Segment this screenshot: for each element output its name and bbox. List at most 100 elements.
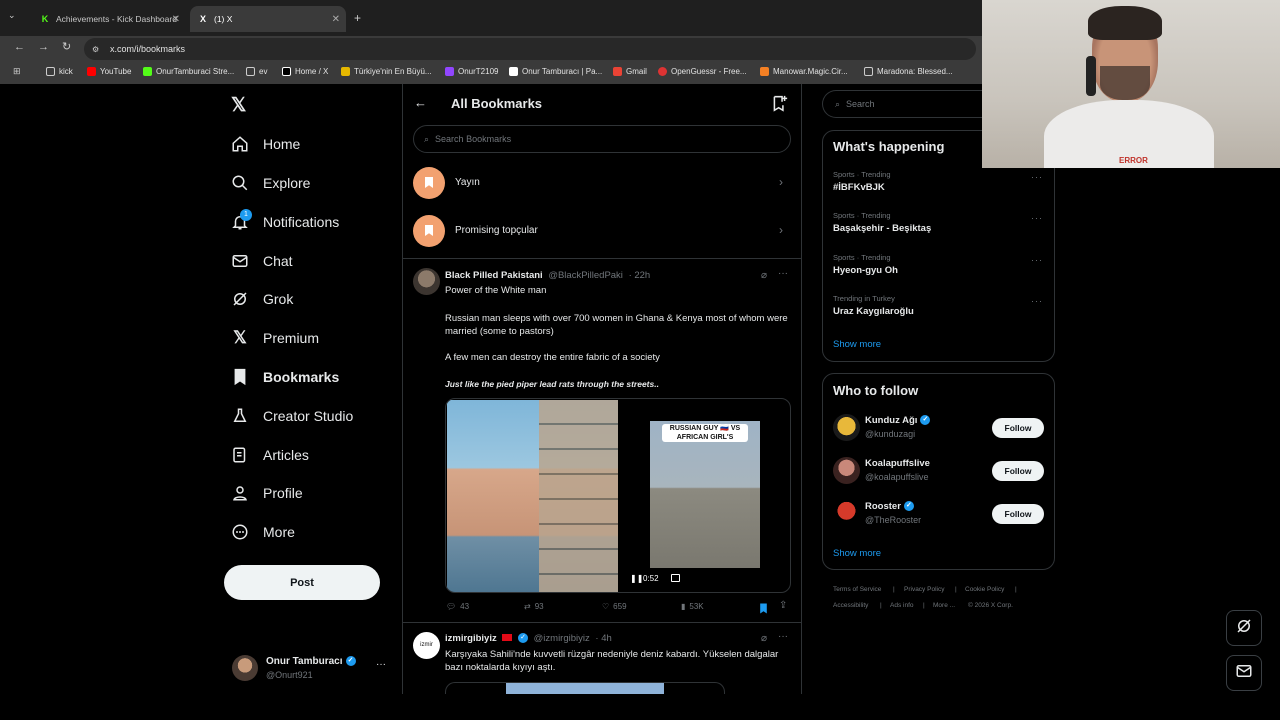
footer-more[interactable]: More ...	[933, 602, 955, 609]
search-input[interactable]: ⌕ Search	[822, 90, 992, 118]
grok-icon[interactable]: ⌀	[761, 270, 767, 281]
footer-copyright: © 2026 X Corp.	[968, 602, 1013, 609]
captions-icon[interactable]	[671, 574, 680, 582]
avatar[interactable]	[833, 500, 860, 527]
bookmark-turkiye[interactable]: Türkiye'nin En Büyü...	[341, 67, 432, 76]
video-player[interactable]: RUSSIAN GUY 🇷🇺 VS AFRICAN GIRL'S ❚❚ 0:52	[445, 398, 791, 593]
messages-float-button[interactable]	[1226, 655, 1262, 691]
account-switcher[interactable]: Onur Tamburacı ✓ @Onurt921 ···	[230, 653, 390, 685]
back-icon[interactable]: ←	[14, 41, 25, 53]
trend-item[interactable]: Hyeon-gyu Oh	[833, 265, 898, 276]
follow-button[interactable]: Follow	[992, 461, 1044, 481]
post-button[interactable]: Post	[224, 565, 380, 600]
nav-more[interactable]: More	[230, 518, 295, 546]
nav-articles[interactable]: Articles	[230, 441, 309, 469]
avatar[interactable]	[833, 457, 860, 484]
footer-terms[interactable]: Terms of Service	[833, 586, 881, 593]
follow-button[interactable]: Follow	[992, 418, 1044, 438]
repost-button[interactable]: ⇄ 93	[524, 602, 544, 611]
bookmarked-icon[interactable]	[759, 601, 768, 619]
trend-item[interactable]: #İBFKvBJK	[833, 182, 885, 193]
follow-name[interactable]: Rooster	[865, 501, 901, 512]
more-icon[interactable]: ···	[1031, 213, 1043, 223]
site-icon	[658, 67, 667, 76]
new-tab-icon[interactable]: +	[354, 11, 361, 25]
tweet-text: Russian man sleeps with over 700 women i…	[445, 313, 788, 337]
trend-item[interactable]: Uraz Kaygılaroğlu	[833, 306, 914, 317]
tweet-time[interactable]: · 22h	[629, 270, 651, 281]
show-more-link[interactable]: Show more	[833, 339, 881, 350]
pause-icon[interactable]: ❚❚	[630, 574, 643, 583]
show-more-link[interactable]: Show more	[833, 548, 881, 559]
site-info-icon[interactable]: ⚙	[92, 45, 99, 54]
more-icon[interactable]: ···	[1031, 255, 1043, 265]
close-tab-icon[interactable]: ✕	[172, 14, 180, 25]
reload-icon[interactable]: ↻	[62, 40, 71, 53]
nav-explore[interactable]: Explore	[230, 169, 310, 197]
follow-name[interactable]: Kunduz Ağı	[865, 415, 917, 426]
search-icon	[230, 173, 250, 193]
share-icon[interactable]: ⇪	[779, 600, 787, 611]
nav-chat[interactable]: Chat	[230, 247, 293, 275]
bookmark-home-x[interactable]: Home / X	[282, 67, 328, 76]
nav-bookmarks[interactable]: Bookmarks	[230, 363, 339, 391]
author-handle[interactable]: @BlackPilledPaki	[548, 270, 623, 281]
tweet-media-preview[interactable]	[445, 682, 725, 694]
new-folder-icon[interactable]	[771, 95, 789, 112]
tab-kick-dashboard[interactable]: K Achievements - Kick Dashboard ✕	[32, 6, 186, 32]
author-name[interactable]: izmirgibiyiz	[445, 633, 497, 644]
avatar[interactable]	[833, 414, 860, 441]
folder-row-yayin[interactable]: Yayın ›	[413, 167, 793, 199]
tweet-time[interactable]: · 4h	[595, 633, 611, 644]
more-icon[interactable]: ···	[1031, 296, 1043, 306]
nav-home[interactable]: Home	[230, 130, 300, 158]
more-icon[interactable]: ···	[778, 631, 788, 642]
back-arrow-icon[interactable]: ←	[414, 95, 427, 110]
bookmark-manowar[interactable]: Manowar.Magic.Cir...	[760, 67, 848, 76]
avatar[interactable]	[413, 268, 440, 295]
reply-button[interactable]: 💬︎ 43	[446, 602, 469, 611]
nav-profile[interactable]: Profile	[230, 479, 303, 507]
footer-accessibility[interactable]: Accessibility	[833, 602, 868, 609]
bookmarks-search-input[interactable]: ⌕ Search Bookmarks	[413, 125, 791, 153]
tab-x[interactable]: X (1) X ✕	[190, 6, 346, 32]
tab-list-icon[interactable]: ⌄	[8, 10, 26, 26]
footer-privacy[interactable]: Privacy Policy	[904, 586, 944, 593]
avatar[interactable]: izmir	[413, 632, 440, 659]
more-icon[interactable]: ···	[778, 268, 788, 279]
nav-creator-studio[interactable]: Creator Studio	[230, 402, 353, 430]
bookmark-onurt2109[interactable]: OnurT2109	[445, 67, 498, 76]
url-input[interactable]: ⚙ x.com/i/bookmarks	[84, 38, 976, 60]
bookmark-openguessr[interactable]: OpenGuessr - Free...	[658, 67, 747, 76]
folder-row-promising[interactable]: Promising topçular ›	[413, 215, 793, 247]
account-name: Onur Tamburacı	[266, 656, 343, 667]
views-button[interactable]: ▮ 53K	[681, 602, 704, 611]
grok-icon[interactable]: ⌀	[761, 633, 767, 644]
follow-name[interactable]: Koalapuffslive	[865, 458, 930, 469]
trend-item[interactable]: Başakşehir - Beşiktaş	[833, 223, 931, 234]
nav-premium[interactable]: 𝕏 Premium	[230, 324, 319, 352]
author-name[interactable]: Black Pilled Pakistani	[445, 270, 543, 281]
bookmark-ev[interactable]: ev	[246, 67, 267, 76]
follow-button[interactable]: Follow	[992, 504, 1044, 524]
bookmark-kick[interactable]: kick	[46, 67, 73, 76]
apps-icon[interactable]: ⊞	[13, 66, 21, 77]
author-handle[interactable]: @izmirgibiyiz	[534, 633, 590, 644]
more-icon[interactable]: ···	[1031, 172, 1043, 182]
bookmark-gmail[interactable]: Gmail	[613, 67, 647, 76]
bookmark-onur-pa[interactable]: Onur Tamburacı | Pa...	[509, 67, 602, 76]
like-button[interactable]: ♡ 659	[602, 602, 627, 611]
bookmark-kick-stream[interactable]: OnurTamburaci Stre...	[143, 67, 234, 76]
footer-cookie[interactable]: Cookie Policy	[965, 586, 1004, 593]
close-tab-icon[interactable]: ✕	[332, 14, 340, 25]
grok-float-button[interactable]	[1226, 610, 1262, 646]
mail-icon	[1235, 662, 1253, 685]
forward-icon[interactable]: →	[38, 41, 49, 53]
nav-grok[interactable]: Grok	[230, 285, 293, 313]
more-icon[interactable]: ···	[376, 659, 386, 670]
bookmark-maradona[interactable]: Maradona: Blessed...	[864, 67, 953, 76]
nav-notifications[interactable]: 1 Notifications	[230, 208, 339, 236]
bookmark-youtube[interactable]: YouTube	[87, 67, 131, 76]
x-logo-icon[interactable]: 𝕏	[231, 94, 246, 117]
footer-ads[interactable]: Ads info	[890, 602, 914, 609]
